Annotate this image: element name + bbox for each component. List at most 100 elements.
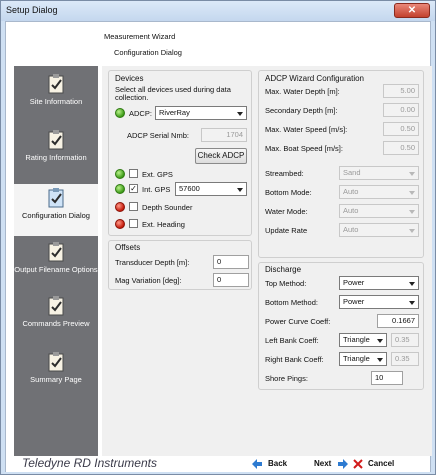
bottom-mode-select[interactable]: Auto <box>339 185 419 199</box>
chevron-down-icon <box>377 358 383 362</box>
brand-logo-text: Teledyne RD Instruments <box>22 456 157 470</box>
top-method-label: Top Method: <box>265 279 307 288</box>
bottom-method-value: Power <box>343 297 365 306</box>
sidebar-item-configuration-dialog[interactable]: Configuration Dialog <box>14 184 98 236</box>
bottom-mode-label: Bottom Mode: <box>265 188 312 197</box>
left-bank-shape-select[interactable]: Triangle <box>339 333 387 347</box>
sidebar-item-label: Configuration Dialog <box>22 211 90 220</box>
bottom-method-select[interactable]: Power <box>339 295 419 309</box>
adcp-select-value: RiverRay <box>159 108 190 117</box>
bottom-method-label: Bottom Method: <box>265 298 318 307</box>
ext-gps-checkbox[interactable] <box>129 169 138 178</box>
ext-heading-checkbox[interactable] <box>129 219 138 228</box>
max-water-depth-field[interactable]: 5.00 <box>383 84 419 98</box>
cancel-x-icon[interactable] <box>353 459 363 469</box>
client-area: Measurement Wizard Configuration Dialog … <box>5 21 432 472</box>
sidebar-item-summary-page[interactable]: Summary Page <box>14 352 98 398</box>
int-gps-checkbox[interactable]: ✓ <box>129 184 138 193</box>
right-bank-coeff-field[interactable]: 0.35 <box>391 352 419 366</box>
transducer-depth-label: Transducer Depth [m]: <box>115 258 190 267</box>
ext-heading-status-indicator <box>115 219 125 229</box>
clipboard-check-icon <box>48 74 64 94</box>
max-boat-speed-label: Max. Boat Speed [m/s]: <box>265 144 343 153</box>
configuration-panel: Devices Select all devices used during d… <box>102 66 432 456</box>
shore-pings-field[interactable]: 10 <box>371 371 403 385</box>
int-gps-baud-value: 57600 <box>179 184 200 193</box>
update-rate-value: Auto <box>343 225 359 234</box>
max-water-depth-label: Max. Water Depth [m]: <box>265 87 340 96</box>
next-button[interactable]: Next <box>314 459 331 468</box>
ext-gps-label: Ext. GPS <box>142 170 173 179</box>
close-button[interactable]: ✕ <box>394 3 430 18</box>
serial-number-field[interactable]: 1704 <box>201 128 247 142</box>
clipboard-check-icon <box>48 130 64 150</box>
chevron-down-icon <box>409 210 415 214</box>
adcp-status-indicator <box>115 108 125 118</box>
sidebar-item-label: Commands Preview <box>22 319 90 328</box>
power-curve-coeff-field[interactable]: 0.1667 <box>377 314 419 328</box>
wizard-title: Measurement Wizard <box>104 32 176 41</box>
right-bank-shape-select[interactable]: Triangle <box>339 352 387 366</box>
water-mode-label: Water Mode: <box>265 207 308 216</box>
close-icon: ✕ <box>407 5 417 16</box>
discharge-group: Discharge Top Method: Power Bottom Metho… <box>258 262 424 390</box>
adcp-select[interactable]: RiverRay <box>155 106 247 120</box>
sidebar-item-label: Rating Information <box>25 153 87 162</box>
chevron-down-icon <box>409 191 415 195</box>
streambed-select[interactable]: Sand <box>339 166 419 180</box>
max-water-speed-field[interactable]: 0.50 <box>383 122 419 136</box>
window-title: Setup Dialog <box>6 5 58 15</box>
depth-sounder-status-indicator <box>115 202 125 212</box>
back-button[interactable]: Back <box>268 459 287 468</box>
update-rate-select[interactable]: Auto <box>339 223 419 237</box>
setup-dialog-window: Setup Dialog ✕ Measurement Wizard Config… <box>0 0 436 475</box>
right-bank-shape-value: Triangle <box>343 354 370 363</box>
power-curve-coeff-label: Power Curve Coeff: <box>265 317 331 326</box>
wizard-footer: Teledyne RD Instruments Back Next Cancel <box>6 456 430 472</box>
cancel-button[interactable]: Cancel <box>368 459 394 468</box>
left-bank-coeff-label: Left Bank Coeff: <box>265 336 319 345</box>
discharge-title: Discharge <box>265 265 302 274</box>
chevron-down-icon <box>409 301 415 305</box>
left-bank-coeff-field[interactable]: 0.35 <box>391 333 419 347</box>
devices-title: Devices <box>115 74 144 83</box>
ext-gps-status-indicator <box>115 169 125 179</box>
next-arrow-icon[interactable] <box>338 459 348 469</box>
wizard-header: Measurement Wizard Configuration Dialog <box>6 22 430 64</box>
chevron-down-icon <box>409 172 415 176</box>
max-boat-speed-field[interactable]: 0.50 <box>383 141 419 155</box>
check-adcp-button[interactable]: Check ADCP <box>195 148 247 164</box>
left-bank-shape-value: Triangle <box>343 335 370 344</box>
back-arrow-icon[interactable] <box>252 459 262 469</box>
top-method-select[interactable]: Power <box>339 276 419 290</box>
secondary-depth-field[interactable]: 0.00 <box>383 103 419 117</box>
sidebar-item-rating-information[interactable]: Rating Information <box>14 130 98 180</box>
shore-pings-label: Shore Pings: <box>265 374 308 383</box>
sidebar-item-site-information[interactable]: Site Information <box>14 74 98 124</box>
streambed-value: Sand <box>343 168 361 177</box>
water-mode-select[interactable]: Auto <box>339 204 419 218</box>
depth-sounder-checkbox[interactable] <box>129 202 138 211</box>
transducer-depth-field[interactable]: 0 <box>213 255 249 269</box>
mag-variation-field[interactable]: 0 <box>213 273 249 287</box>
adcp-wizard-configuration-group: ADCP Wizard Configuration Max. Water Dep… <box>258 70 424 258</box>
secondary-depth-label: Secondary Depth [m]: <box>265 106 338 115</box>
sidebar-item-commands-preview[interactable]: Commands Preview <box>14 296 98 342</box>
sidebar-item-label: Site Information <box>29 97 83 106</box>
adcp-wizard-configuration-title: ADCP Wizard Configuration <box>265 74 365 83</box>
offsets-title: Offsets <box>115 243 141 252</box>
offsets-group: Offsets Transducer Depth [m]: 0 Mag Vari… <box>108 240 252 290</box>
devices-instructions: Select all devices used during data coll… <box>115 85 231 102</box>
chevron-down-icon <box>377 339 383 343</box>
title-bar: Setup Dialog ✕ <box>1 1 435 21</box>
water-mode-value: Auto <box>343 206 359 215</box>
wizard-sidebar: Site Information Rating Information Conf… <box>14 66 98 456</box>
clipboard-check-icon <box>48 242 64 262</box>
chevron-down-icon <box>409 282 415 286</box>
streambed-label: Streambed: <box>265 169 304 178</box>
int-gps-baud-select[interactable]: 57600 <box>175 182 247 196</box>
sidebar-item-label: Output Filename Options <box>14 265 98 274</box>
chevron-down-icon <box>237 188 243 192</box>
depth-sounder-label: Depth Sounder <box>142 203 193 212</box>
sidebar-item-output-filename-options[interactable]: Output Filename Options <box>14 242 98 292</box>
